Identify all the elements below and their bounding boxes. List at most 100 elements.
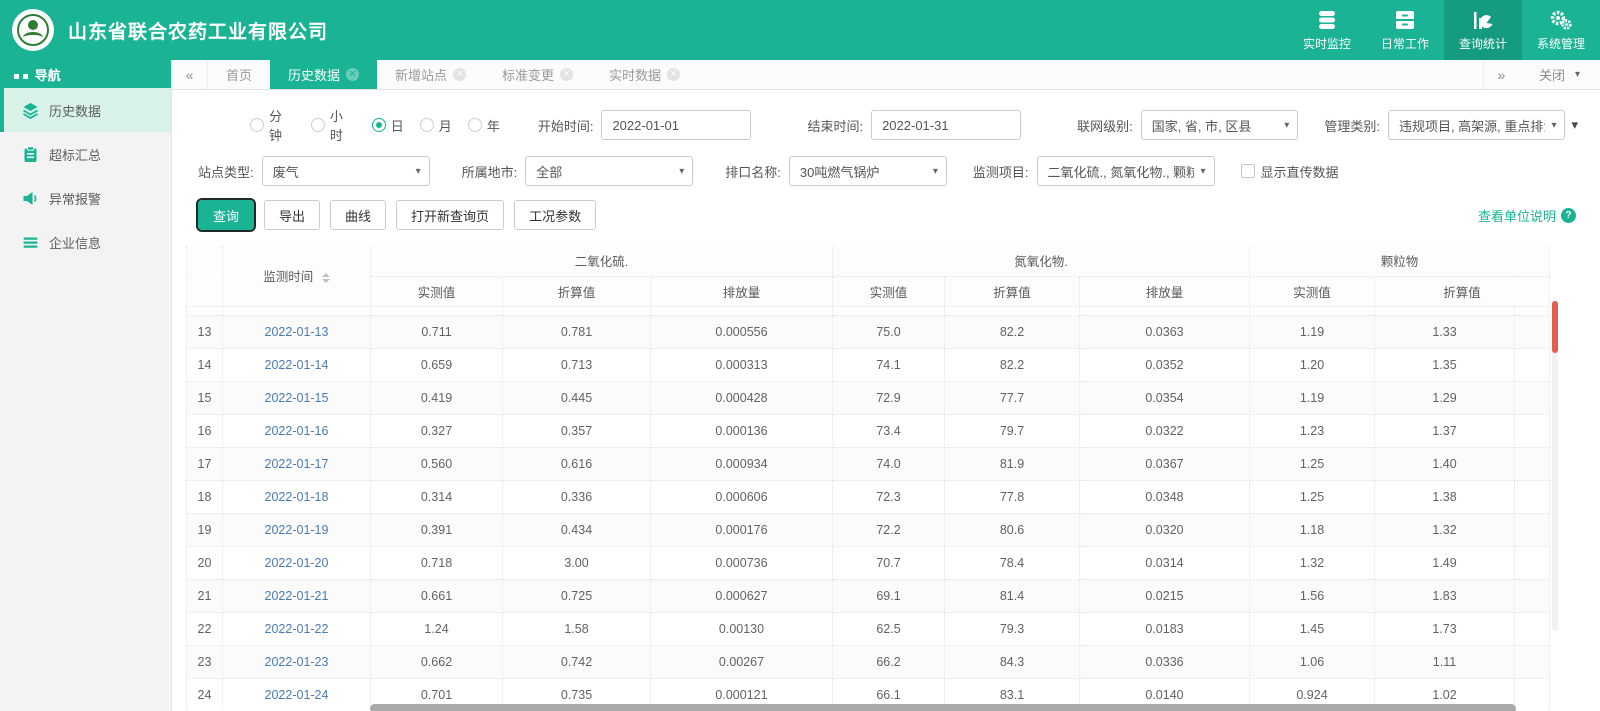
tab-new-site[interactable]: 新增站点 ✕	[377, 60, 484, 89]
radio-label: 年	[486, 118, 500, 134]
pm-measured-cell: 1.20	[1249, 348, 1375, 382]
horizontal-scrollbar[interactable]	[186, 703, 1550, 711]
tab-close-icon[interactable]: ✕	[667, 68, 681, 81]
granularity-radio-minute[interactable]: 分钟	[250, 106, 295, 144]
row-date-cell[interactable]: 2022-01-14	[222, 348, 371, 382]
toolbar: 查询 导出 曲线 打开新查询页 工况参数 查看单位说明 ?	[195, 198, 1576, 232]
top-nav-label: 日常工作	[1380, 36, 1429, 51]
tab-standard-change[interactable]: 标准变更 ✕	[484, 60, 591, 89]
export-button[interactable]: 导出	[264, 200, 321, 230]
tabs-close-menu[interactable]: 关闭 ▾	[1519, 60, 1600, 89]
curve-button[interactable]: 曲线	[330, 200, 387, 230]
so2-measured-cell: 0.314	[370, 480, 503, 514]
unit-help-label: 查看单位说明	[1477, 208, 1556, 224]
query-button[interactable]: 查询	[195, 198, 257, 232]
row-date-cell[interactable]: 2022-01-15	[222, 381, 371, 415]
end-time-input[interactable]	[871, 110, 1022, 140]
pm-measured-cell: 1.25	[1249, 447, 1375, 481]
so2-measured-cell: 0.661	[370, 579, 503, 613]
network-level-select[interactable]: 国家, 省, 市, 区县 ▾	[1140, 110, 1299, 140]
speaker-icon	[23, 191, 37, 205]
tab-close-icon[interactable]: ✕	[453, 68, 467, 81]
city-select[interactable]: 全部 ▾	[525, 156, 694, 186]
sidebar-item-exceed-summary[interactable]: 超标汇总	[0, 132, 171, 176]
unit-description-link[interactable]: 查看单位说明 ?	[1478, 206, 1576, 225]
date-link[interactable]: 2022-01-22	[265, 622, 329, 636]
row-date-cell[interactable]: 2022-01-19	[222, 513, 371, 547]
row-date-cell[interactable]: 2022-01-22	[222, 612, 371, 646]
top-nav-daily-work[interactable]: 日常工作	[1366, 0, 1444, 60]
row-date-cell[interactable]: 2022-01-16	[222, 414, 371, 448]
condition-params-button[interactable]: 工况参数	[514, 200, 597, 230]
tab-history-data[interactable]: 历史数据 ✕	[270, 60, 378, 89]
nox-emission-cell: 0.0314	[1079, 546, 1250, 580]
tab-close-icon[interactable]: ✕	[560, 68, 574, 81]
tab-label: 实时数据	[609, 68, 662, 83]
filler-cell	[1514, 414, 1550, 448]
sidebar-item-enterprise-info[interactable]: 企业信息	[0, 220, 171, 264]
row-date-cell[interactable]: 2022-01-20	[222, 546, 371, 580]
tabs-scroll-right-icon[interactable]: »	[1482, 60, 1519, 89]
so2-emission-cell: 0.000736	[650, 546, 833, 580]
date-link[interactable]: 2022-01-21	[265, 589, 329, 603]
row-date-cell[interactable]: 2022-01-21	[222, 579, 371, 613]
checkbox-icon	[1240, 164, 1255, 178]
chevron-down-icon: ▾	[932, 165, 938, 177]
date-link[interactable]: 2022-01-24	[265, 688, 329, 702]
granularity-radio-month[interactable]: 月	[419, 116, 452, 135]
top-nav-query-stats[interactable]: 查询统计	[1444, 0, 1522, 60]
sort-icon[interactable]	[321, 272, 330, 283]
so2-converted-header: 折算值	[502, 276, 651, 307]
granularity-radio-day[interactable]: 日	[371, 116, 404, 135]
date-link[interactable]: 2022-01-18	[265, 490, 329, 504]
granularity-radio-year[interactable]: 年	[467, 116, 500, 135]
filters-collapse-icon[interactable]: ▾	[1565, 117, 1584, 133]
monitor-item-select[interactable]: 二氧化硫., 氮氧化物., 颗粒物 ▾	[1036, 156, 1215, 186]
pm-measured-cell: 1.56	[1249, 579, 1375, 613]
pm-measured-cell: 1.32	[1249, 546, 1375, 580]
date-link[interactable]: 2022-01-23	[265, 655, 329, 669]
row-date-cell[interactable]: 2022-01-23	[222, 645, 371, 679]
top-nav-realtime-monitor[interactable]: 实时监控	[1288, 0, 1366, 60]
granularity-radio-hour[interactable]: 小时	[310, 106, 356, 144]
tab-home[interactable]: 首页	[208, 60, 270, 89]
radio-label: 月	[438, 118, 452, 134]
sidebar-item-abnormal-alarm[interactable]: 异常报警	[0, 176, 171, 220]
row-date-cell[interactable]: 2022-01-18	[222, 480, 371, 514]
row-date-cell[interactable]: 2022-01-13	[222, 315, 371, 349]
tabs-scroll-left-icon[interactable]: «	[172, 60, 208, 89]
direct-data-checkbox[interactable]: 显示直传数据	[1240, 162, 1339, 181]
list-icon	[23, 237, 38, 248]
nox-emission-header: 排放量	[1079, 276, 1250, 307]
tab-close-icon[interactable]: ✕	[346, 68, 360, 81]
vertical-scrollbar[interactable]	[1552, 301, 1558, 631]
data-table-wrap: 监测时间 二氧化硫. 氮氧化物. 颗粒物 实测值 折算值 排放量 实测值 折算值…	[186, 246, 1558, 711]
date-link[interactable]: 2022-01-17	[265, 457, 329, 471]
open-new-query-page-button[interactable]: 打开新查询页	[396, 200, 505, 230]
site-type-select[interactable]: 废气 ▾	[261, 156, 430, 186]
date-link[interactable]: 2022-01-15	[265, 391, 329, 405]
manage-category-select[interactable]: 违规项目, 高架源, 重点排污 ▾	[1387, 110, 1566, 140]
pm-converted-cell: 1.83	[1374, 579, 1515, 613]
time-column-header[interactable]: 监测时间	[222, 246, 371, 307]
nox-emission-cell: 0.0183	[1079, 612, 1250, 646]
start-time-input[interactable]	[601, 110, 752, 140]
radio-label: 分钟	[268, 109, 282, 143]
date-link[interactable]: 2022-01-19	[265, 523, 329, 537]
tab-realtime-data[interactable]: 实时数据 ✕	[591, 60, 698, 89]
pm-converted-cell: 1.35	[1374, 348, 1515, 382]
date-link[interactable]: 2022-01-20	[265, 556, 329, 570]
outlet-name-select[interactable]: 30吨燃气锅炉 ▾	[788, 156, 947, 186]
nox-measured-cell: 62.5	[832, 612, 945, 646]
vertical-scrollbar-thumb[interactable]	[1552, 301, 1558, 353]
pm-converted-cell: 1.73	[1374, 612, 1515, 646]
date-link[interactable]: 2022-01-13	[265, 325, 329, 339]
nox-emission-cell: 0.0320	[1079, 513, 1250, 547]
row-date-cell[interactable]: 2022-01-17	[222, 447, 371, 481]
date-link[interactable]: 2022-01-14	[265, 358, 329, 372]
so2-emission-cell: 0.00267	[650, 645, 833, 679]
horizontal-scrollbar-thumb[interactable]	[370, 703, 1516, 711]
top-nav-system-admin[interactable]: 系统管理	[1522, 0, 1600, 60]
sidebar-item-history-data[interactable]: 历史数据	[0, 88, 171, 132]
date-link[interactable]: 2022-01-16	[265, 424, 329, 438]
